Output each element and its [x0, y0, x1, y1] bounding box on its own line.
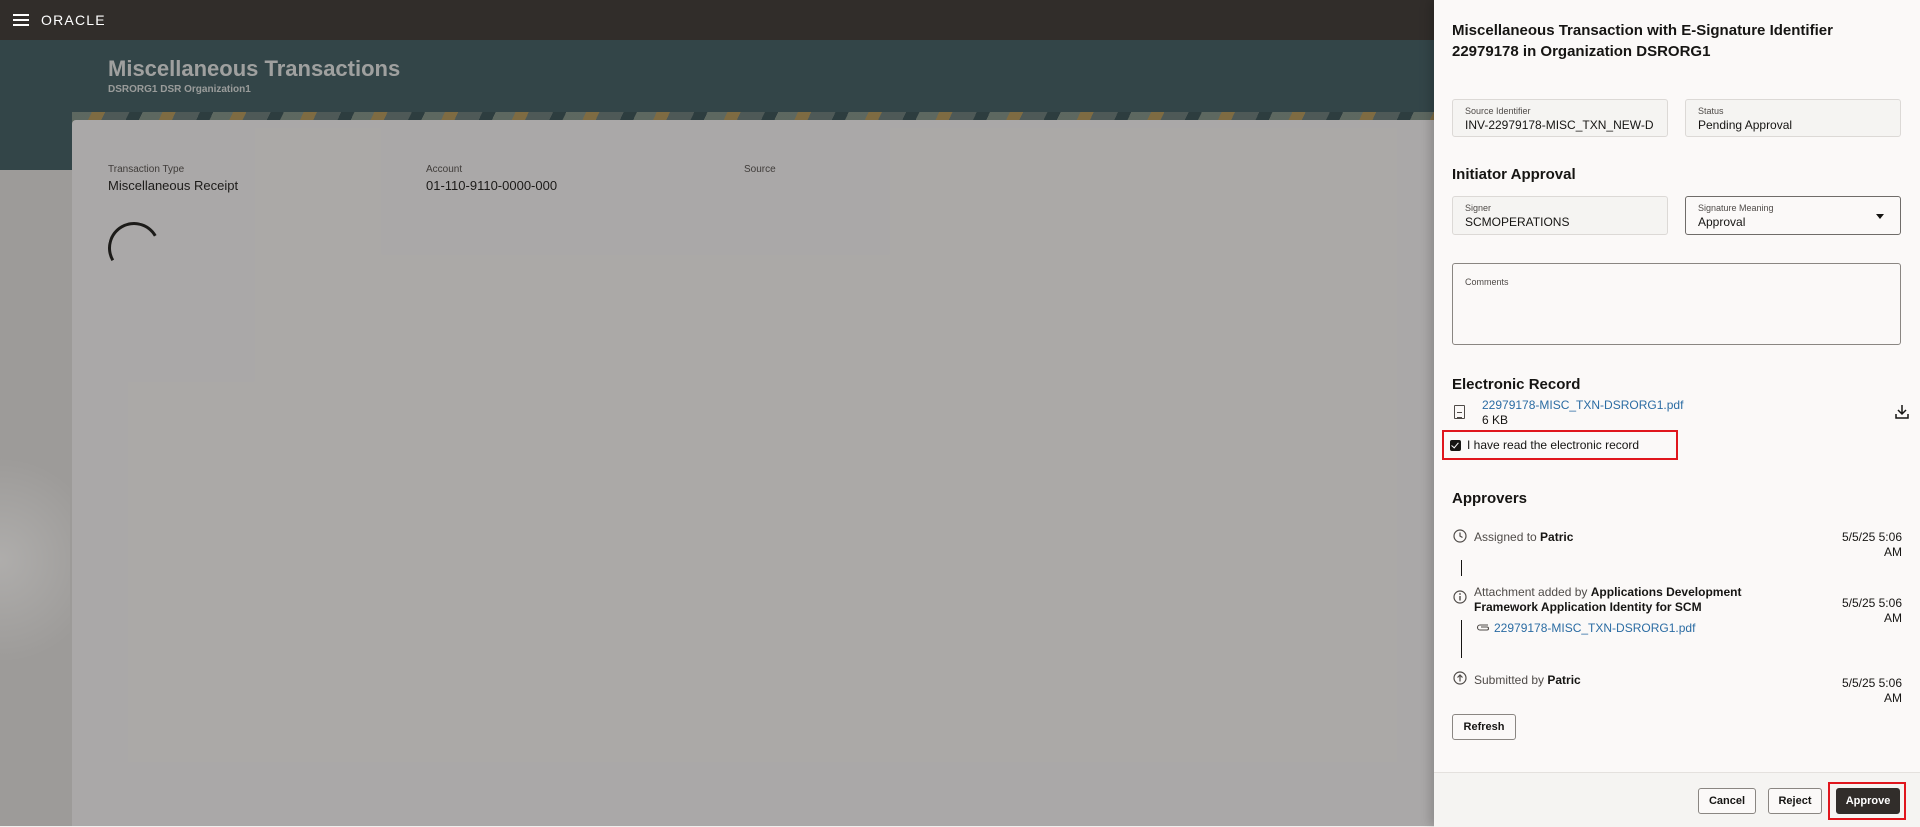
approver-action: Assigned to: [1474, 530, 1541, 544]
e-signature-drawer: Miscellaneous Transaction with E-Signatu…: [1434, 0, 1920, 827]
approver-name: Patric: [1540, 530, 1574, 544]
source-identifier-field: Source Identifier INV-22979178-MISC_TXN_…: [1452, 99, 1668, 137]
info-icon: [1453, 590, 1467, 604]
initiator-approval-heading: Initiator Approval: [1452, 166, 1576, 183]
modal-overlay[interactable]: [0, 40, 1440, 826]
reject-button[interactable]: Reject: [1768, 788, 1822, 814]
approver-entry-submitted: Submitted by Patric: [1474, 673, 1581, 688]
menu-icon[interactable]: [13, 14, 29, 26]
field-label: Signature Meaning: [1698, 203, 1774, 213]
electronic-record-link[interactable]: 22979178-MISC_TXN-DSRORG1.pdf: [1482, 398, 1683, 412]
attachment-link[interactable]: 22979178-MISC_TXN-DSRORG1.pdf: [1494, 621, 1695, 635]
refresh-button[interactable]: Refresh: [1452, 714, 1516, 740]
field-label: Status: [1698, 106, 1724, 116]
read-record-checkbox-row[interactable]: I have read the electronic record: [1442, 430, 1678, 460]
arrow-up-circle-icon: [1453, 671, 1467, 685]
approver-entry-assigned: Assigned to Patric: [1474, 530, 1573, 545]
oracle-logo[interactable]: ORACLE: [41, 12, 106, 28]
approver-name: Patric: [1547, 673, 1581, 687]
field-value: INV-22979178-MISC_TXN_NEW-D: [1465, 118, 1654, 132]
field-label: Source Identifier: [1465, 106, 1531, 116]
drawer-title: Miscellaneous Transaction with E-Signatu…: [1452, 22, 1833, 60]
decorative-swirl: [0, 430, 70, 690]
status-field: Status Pending Approval: [1685, 99, 1901, 137]
approver-timestamp: 5/5/25 5:06 AM: [1841, 596, 1902, 625]
field-value: Approval: [1698, 215, 1746, 229]
approve-highlight: [1828, 782, 1906, 820]
pdf-file-icon: [1454, 405, 1465, 419]
field-value: SCMOPERATIONS: [1465, 215, 1570, 229]
read-record-checkbox[interactable]: [1450, 439, 1461, 451]
approver-timestamp: 5/5/25 5:06 AM: [1841, 530, 1902, 559]
timeline-connector: [1461, 560, 1462, 576]
field-value: Pending Approval: [1698, 118, 1793, 132]
download-icon[interactable]: [1894, 404, 1910, 420]
field-label: Comments: [1465, 277, 1509, 287]
signature-meaning-select[interactable]: Signature Meaning Approval: [1685, 196, 1901, 235]
paperclip-icon: [1476, 624, 1489, 631]
electronic-record-heading: Electronic Record: [1452, 376, 1581, 393]
comments-textarea[interactable]: Comments: [1452, 263, 1901, 345]
approver-entry-attachment: Attachment added by Applications Develop…: [1474, 585, 1774, 615]
field-label: Signer: [1465, 203, 1492, 213]
chevron-down-icon[interactable]: [1876, 214, 1884, 219]
approver-action: Attachment added by: [1474, 585, 1591, 599]
approver-action: Submitted by: [1474, 673, 1548, 687]
signer-field: Signer SCMOPERATIONS: [1452, 196, 1668, 235]
read-record-label[interactable]: I have read the electronic record: [1467, 438, 1639, 452]
timeline-connector: [1461, 620, 1462, 658]
file-size: 6 KB: [1482, 413, 1509, 427]
approvers-heading: Approvers: [1452, 490, 1528, 507]
cancel-button[interactable]: Cancel: [1698, 788, 1756, 814]
clock-icon: [1453, 529, 1467, 543]
approver-timestamp: 5/5/25 5:06 AM: [1841, 676, 1902, 705]
